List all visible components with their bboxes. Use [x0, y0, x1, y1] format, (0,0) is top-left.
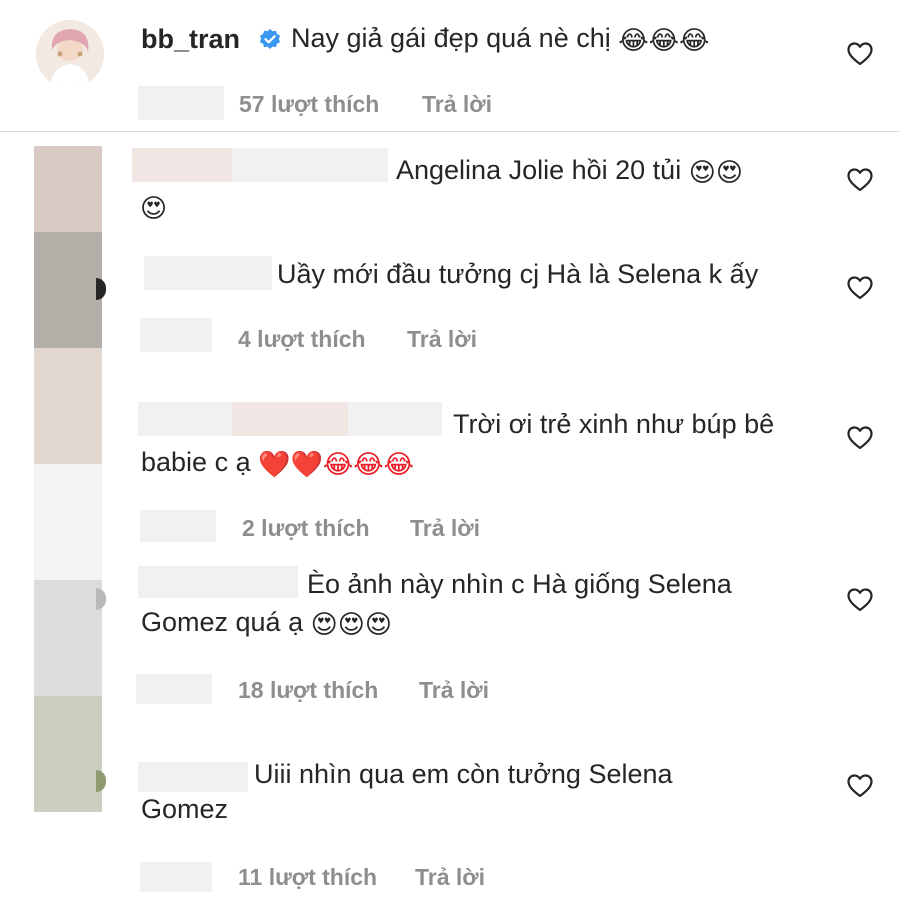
redacted-meta [140, 862, 212, 892]
emoji-heart-eyes-icon: 😍 [140, 194, 168, 224]
emoji-heart-eyes-icon: 😍😍😍 [310, 610, 392, 640]
emoji-laughing-icon: 😂😂😂 [618, 26, 710, 56]
redacted-username [232, 402, 348, 436]
redacted-username [138, 762, 248, 792]
reply-button[interactable]: Trả lời [407, 324, 477, 354]
comment-text: Èo ảnh này nhìn c Hà giống Selena [307, 566, 732, 602]
like-count[interactable]: 57 lượt thích [239, 89, 379, 119]
comment-body: Angelina Jolie hồi 20 tủi [396, 155, 682, 185]
comment-text: Uầy mới đầu tưởng cj Hà là Selena k ấy [277, 256, 758, 292]
redacted-avatar [34, 580, 102, 696]
redacted-avatar [34, 464, 102, 580]
reply-button[interactable]: Trả lời [422, 89, 492, 119]
comments-panel: bb_tran Nay giả gái đẹp quá nè chị 😂😂😂 5… [0, 0, 900, 902]
heart-outline-icon[interactable] [847, 168, 873, 192]
comment-text: Angelina Jolie hồi 20 tủi 😍😍 [396, 152, 743, 188]
comment-text: Uiii nhìn qua em còn tưởng Selena [254, 756, 673, 792]
comment-body-line2: Gomez quá ạ [141, 607, 304, 637]
redacted-avatar [34, 696, 102, 812]
comment-text-line2: Gomez quá ạ 😍😍😍 [141, 604, 392, 640]
redacted-username [138, 566, 232, 598]
redacted-username [232, 566, 298, 598]
redacted-meta [140, 510, 216, 542]
comment-body: Èo ảnh này nhìn c Hà giống Selena [307, 569, 732, 599]
redacted-username [348, 402, 442, 436]
comment-body-line2: Gomez [141, 794, 229, 824]
comment-body: Trời ơi trẻ xinh như búp bê [453, 409, 775, 439]
redacted-avatar-area [138, 86, 224, 120]
comment-body: Nay giả gái đẹp quá nè chị [291, 23, 611, 53]
like-count[interactable]: 2 lượt thích [242, 513, 370, 543]
emoji-heart-eyes-icon: 😍😍 [688, 158, 743, 188]
reply-button[interactable]: Trả lời [410, 513, 480, 543]
comment-body: Uiii nhìn qua em còn tưởng Selena [254, 759, 673, 789]
like-count[interactable]: 18 lượt thích [238, 675, 378, 705]
emoji-hearts-laughing-icon: ❤️❤️😂😂😂 [258, 450, 414, 480]
avatar-edge [96, 588, 106, 610]
redacted-username [144, 256, 272, 290]
heart-outline-icon[interactable] [847, 42, 873, 66]
like-count[interactable]: 4 lượt thích [238, 324, 366, 354]
avatar-edge [96, 278, 106, 300]
avatar-edge [96, 770, 106, 792]
comment-text-line2: babie c ạ ❤️❤️😂😂😂 [141, 444, 414, 480]
avatar-image [36, 20, 104, 88]
redacted-avatar [34, 146, 102, 232]
avatar[interactable] [36, 20, 104, 88]
comment-username[interactable]: bb_tran [141, 22, 240, 56]
comment-text: Trời ơi trẻ xinh như búp bê [453, 406, 774, 442]
verified-badge-icon [260, 29, 280, 49]
heart-outline-icon[interactable] [847, 426, 873, 450]
comment-text-line2: 😍 [140, 188, 167, 224]
comment-body-line2: babie c ạ [141, 447, 251, 477]
comment-text-line2: Gomez [141, 791, 228, 827]
heart-outline-icon[interactable] [847, 588, 873, 612]
divider [0, 131, 900, 132]
redacted-meta [140, 318, 212, 352]
redacted-username [232, 148, 388, 182]
redacted-username [138, 402, 232, 436]
heart-outline-icon[interactable] [847, 774, 873, 798]
comment-body: Uầy mới đầu tưởng cj Hà là Selena k ấy [277, 259, 759, 289]
redacted-avatar [34, 232, 102, 348]
redacted-meta [136, 674, 212, 704]
redacted-avatar [34, 348, 102, 464]
comment-text: Nay giả gái đẹp quá nè chị 😂😂😂 [291, 20, 709, 56]
reply-button[interactable]: Trả lời [415, 862, 485, 892]
like-count[interactable]: 11 lượt thích [238, 862, 377, 892]
heart-outline-icon[interactable] [847, 276, 873, 300]
redacted-username [132, 148, 232, 182]
reply-button[interactable]: Trả lời [419, 675, 489, 705]
